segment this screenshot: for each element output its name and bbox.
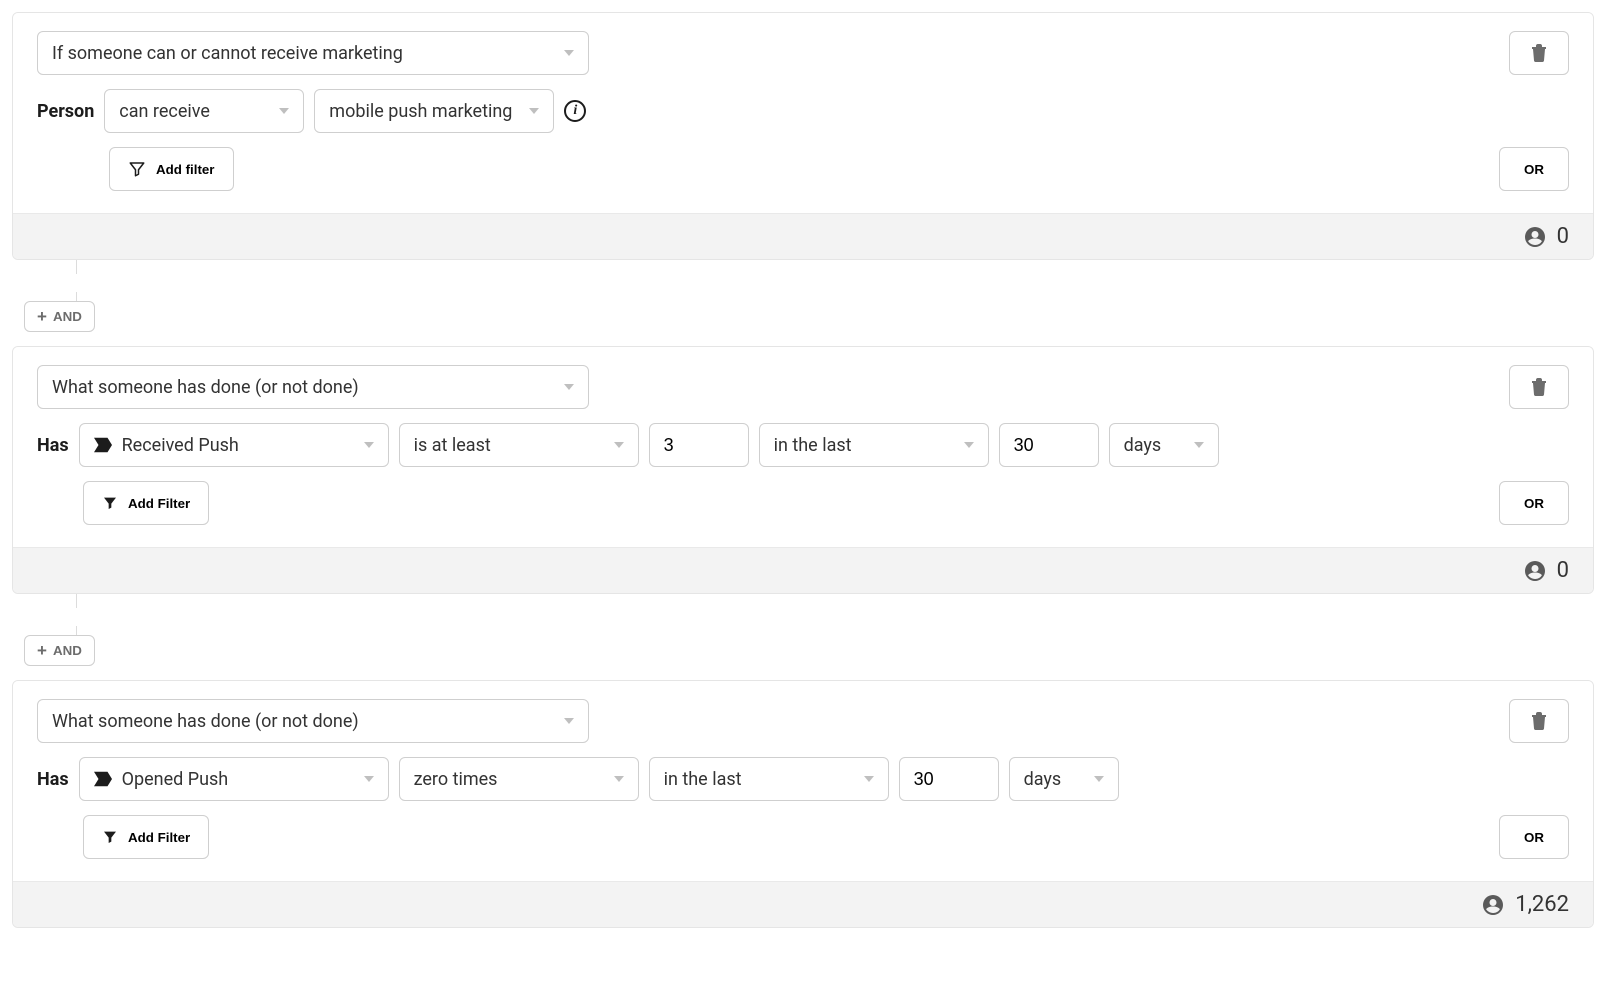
- trash-icon: [1531, 378, 1547, 396]
- condition-type-select[interactable]: What someone has done (or not done): [37, 699, 589, 743]
- condition-block-3: What someone has done (or not done) Has …: [12, 680, 1594, 928]
- add-filter-button[interactable]: Add Filter: [83, 481, 209, 525]
- plus-icon: +: [37, 642, 47, 659]
- delete-button[interactable]: [1509, 31, 1569, 75]
- and-button[interactable]: + AND: [24, 301, 95, 332]
- person-label: Person: [37, 101, 94, 122]
- or-button[interactable]: OR: [1499, 815, 1569, 859]
- count-input[interactable]: [649, 423, 749, 467]
- info-icon[interactable]: i: [564, 100, 586, 122]
- add-filter-label: Add Filter: [128, 830, 190, 845]
- add-filter-label: Add Filter: [128, 496, 190, 511]
- chevron-down-icon: [614, 776, 624, 782]
- result-count: 0: [1557, 558, 1569, 583]
- duration-input[interactable]: [899, 757, 999, 801]
- event-select[interactable]: Received Push: [79, 423, 389, 467]
- connector: [58, 260, 1594, 306]
- chevron-down-icon: [1094, 776, 1104, 782]
- and-button[interactable]: + AND: [24, 635, 95, 666]
- operator-label: zero times: [414, 769, 498, 790]
- chevron-down-icon: [614, 442, 624, 448]
- has-label: Has: [37, 435, 69, 456]
- chevron-down-icon: [529, 108, 539, 114]
- operator-select[interactable]: zero times: [399, 757, 639, 801]
- add-filter-label: Add filter: [156, 162, 215, 177]
- duration-input[interactable]: [999, 423, 1099, 467]
- plus-icon: +: [37, 308, 47, 325]
- person-icon: [1523, 559, 1547, 583]
- receive-state-label: can receive: [119, 101, 210, 122]
- person-icon: [1523, 225, 1547, 249]
- trash-icon: [1531, 44, 1547, 62]
- or-button[interactable]: OR: [1499, 147, 1569, 191]
- filter-icon: [128, 160, 146, 178]
- or-label: OR: [1524, 830, 1544, 845]
- delete-button[interactable]: [1509, 699, 1569, 743]
- chevron-down-icon: [564, 50, 574, 56]
- timeframe-label: in the last: [774, 435, 852, 456]
- or-label: OR: [1524, 496, 1544, 511]
- condition-type-select[interactable]: What someone has done (or not done): [37, 365, 589, 409]
- chevron-down-icon: [1194, 442, 1204, 448]
- and-label: AND: [53, 309, 82, 324]
- condition-type-label: What someone has done (or not done): [52, 711, 359, 732]
- filter-icon: [102, 495, 118, 511]
- chevron-down-icon: [564, 384, 574, 390]
- delete-button[interactable]: [1509, 365, 1569, 409]
- channel-label: mobile push marketing: [329, 101, 512, 122]
- chevron-down-icon: [364, 776, 374, 782]
- filter-icon: [102, 829, 118, 845]
- duration-unit-label: days: [1124, 435, 1162, 456]
- chevron-down-icon: [364, 442, 374, 448]
- has-label: Has: [37, 769, 69, 790]
- chevron-down-icon: [564, 718, 574, 724]
- result-count: 0: [1557, 224, 1569, 249]
- timeframe-select[interactable]: in the last: [759, 423, 989, 467]
- condition-type-label: If someone can or cannot receive marketi…: [52, 43, 403, 64]
- condition-type-select[interactable]: If someone can or cannot receive marketi…: [37, 31, 589, 75]
- result-count: 1,262: [1515, 892, 1569, 917]
- add-filter-button[interactable]: Add filter: [109, 147, 234, 191]
- condition-block-1: If someone can or cannot receive marketi…: [12, 12, 1594, 260]
- chevron-down-icon: [864, 776, 874, 782]
- chevron-down-icon: [964, 442, 974, 448]
- event-label: Received Push: [122, 435, 239, 456]
- operator-select[interactable]: is at least: [399, 423, 639, 467]
- condition-block-2: What someone has done (or not done) Has …: [12, 346, 1594, 594]
- timeframe-label: in the last: [664, 769, 742, 790]
- tag-icon: [94, 437, 112, 453]
- event-select[interactable]: Opened Push: [79, 757, 389, 801]
- operator-label: is at least: [414, 435, 491, 456]
- event-label: Opened Push: [122, 769, 229, 790]
- duration-unit-select[interactable]: days: [1109, 423, 1219, 467]
- add-filter-button[interactable]: Add Filter: [83, 815, 209, 859]
- trash-icon: [1531, 712, 1547, 730]
- timeframe-select[interactable]: in the last: [649, 757, 889, 801]
- chevron-down-icon: [279, 108, 289, 114]
- or-label: OR: [1524, 162, 1544, 177]
- tag-icon: [94, 771, 112, 787]
- person-icon: [1481, 893, 1505, 917]
- and-label: AND: [53, 643, 82, 658]
- duration-unit-select[interactable]: days: [1009, 757, 1119, 801]
- duration-unit-label: days: [1024, 769, 1062, 790]
- condition-type-label: What someone has done (or not done): [52, 377, 359, 398]
- connector: [58, 594, 1594, 640]
- or-button[interactable]: OR: [1499, 481, 1569, 525]
- channel-select[interactable]: mobile push marketing: [314, 89, 554, 133]
- receive-state-select[interactable]: can receive: [104, 89, 304, 133]
